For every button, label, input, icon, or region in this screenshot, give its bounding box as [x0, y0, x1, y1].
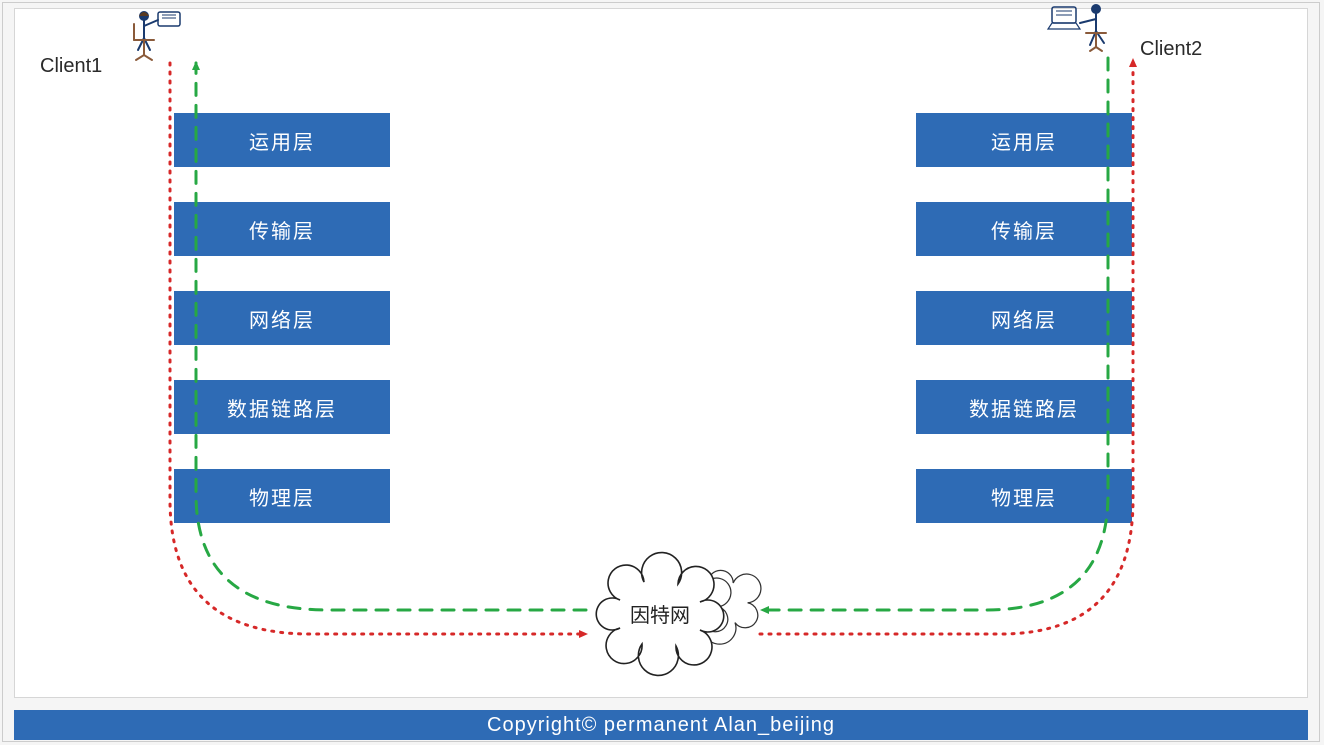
right-layer-network: 网络层 [916, 291, 1132, 345]
right-layer-datalink: 数据链路层 [916, 380, 1132, 434]
client2-label: Client2 [1140, 38, 1202, 61]
left-layer-network: 网络层 [174, 291, 390, 345]
right-layer-transport: 传输层 [916, 202, 1132, 256]
footer-copyright: Copyright© permanent Alan_beijing [14, 710, 1308, 740]
left-layer-physical: 物理层 [174, 469, 390, 523]
client1-label: Client1 [40, 55, 102, 78]
left-layer-transport: 传输层 [174, 202, 390, 256]
right-layer-application: 运用层 [916, 113, 1132, 167]
diagram-inner-frame [14, 8, 1308, 698]
right-layer-physical: 物理层 [916, 469, 1132, 523]
left-layer-datalink: 数据链路层 [174, 380, 390, 434]
left-layer-application: 运用层 [174, 113, 390, 167]
